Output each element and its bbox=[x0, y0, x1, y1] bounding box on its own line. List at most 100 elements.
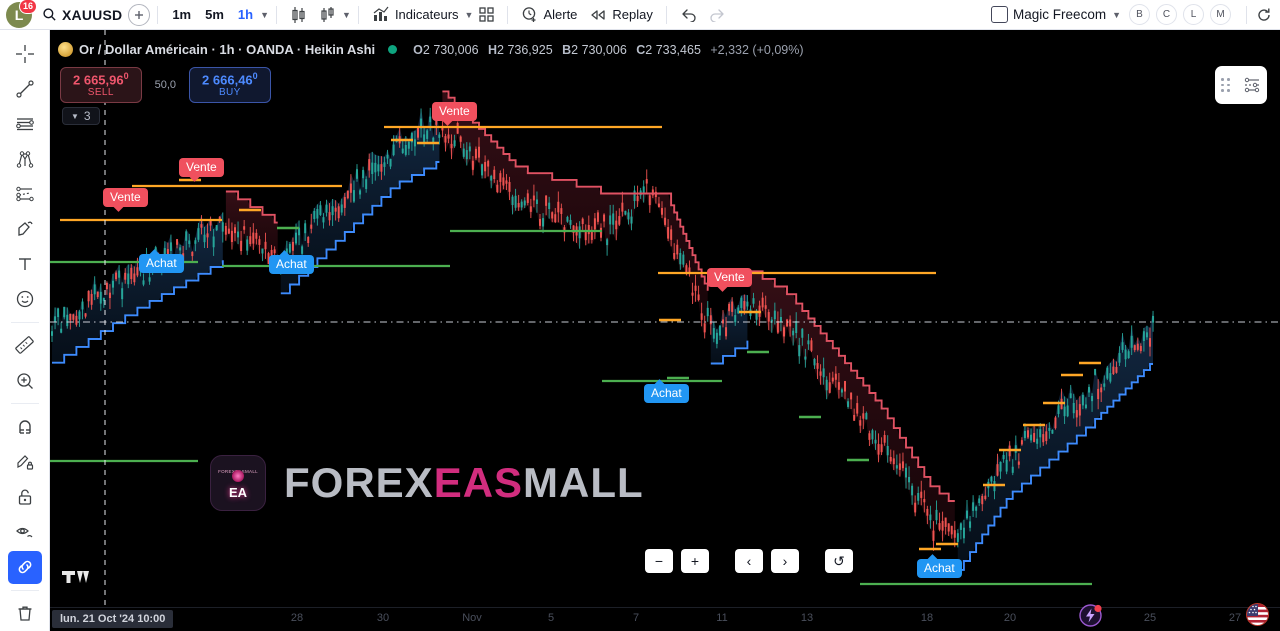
trend-line-icon[interactable] bbox=[8, 72, 42, 105]
chart-canvas[interactable]: Or / Dollar Américain · 1h · OANDA · Hei… bbox=[50, 30, 1280, 631]
signal-label-buy[interactable]: Achat bbox=[269, 255, 314, 274]
lock-icon[interactable] bbox=[8, 480, 42, 513]
scroll-right-button[interactable]: › bbox=[771, 549, 799, 573]
quantity-value: 3 bbox=[83, 109, 91, 123]
pattern-icon[interactable] bbox=[8, 178, 42, 211]
scroll-left-button[interactable]: ‹ bbox=[735, 549, 763, 573]
chevron-down-icon[interactable]: ▼ bbox=[1112, 10, 1121, 20]
zoom-in-button[interactable]: + bbox=[681, 549, 709, 573]
alert-label: Alerte bbox=[543, 7, 578, 22]
chart-title[interactable]: Or / Dollar Américain · 1h · OANDA · Hei… bbox=[79, 42, 375, 57]
watermark-part2: EAS bbox=[433, 459, 524, 506]
brush-icon[interactable] bbox=[8, 213, 42, 246]
replay-icon bbox=[591, 9, 606, 20]
emoji-icon[interactable] bbox=[8, 283, 42, 316]
timeframe-1h[interactable]: 1h bbox=[231, 7, 260, 22]
quick-letter-b[interactable]: B bbox=[1129, 4, 1150, 25]
signal-label-buy[interactable]: Achat bbox=[644, 384, 689, 403]
time-tick: 18 bbox=[920, 612, 934, 624]
spread-value: 50,0 bbox=[154, 79, 177, 92]
chevron-down-icon[interactable]: ▼ bbox=[260, 10, 269, 20]
zoom-in-icon[interactable] bbox=[8, 364, 42, 397]
signal-label-sell[interactable]: Vente bbox=[179, 158, 224, 177]
sell-label: SELL bbox=[87, 86, 114, 98]
time-tick: 25 bbox=[1143, 612, 1157, 624]
replay-label: Replay bbox=[612, 7, 653, 22]
redo-button[interactable] bbox=[703, 3, 732, 27]
quick-letter-c[interactable]: C bbox=[1156, 4, 1177, 25]
heikin-ashi-icon bbox=[321, 6, 334, 22]
watermark-tile-text: EA bbox=[228, 484, 248, 500]
tradingview-logo-icon[interactable] bbox=[62, 567, 92, 592]
fib-retracement-icon[interactable] bbox=[8, 107, 42, 140]
indicators-label: Indicateurs bbox=[394, 7, 459, 22]
user-avatar[interactable]: L 16 bbox=[6, 0, 37, 28]
chevron-down-icon[interactable]: ▼ bbox=[342, 10, 351, 20]
drawing-lock-icon[interactable] bbox=[8, 445, 42, 478]
buy-label: BUY bbox=[218, 86, 241, 98]
pitchfork-icon[interactable] bbox=[8, 142, 42, 175]
replay-button[interactable]: Replay bbox=[583, 3, 658, 27]
undo-icon bbox=[682, 9, 696, 22]
reset-chart-button[interactable]: ↺ bbox=[825, 549, 853, 573]
drag-handle-icon[interactable] bbox=[1221, 78, 1230, 92]
magnet-icon[interactable] bbox=[8, 410, 42, 443]
nav-gap bbox=[807, 549, 817, 573]
hide-drawings-icon[interactable] bbox=[8, 516, 42, 549]
symbol-search[interactable]: XAUUSD bbox=[36, 3, 128, 27]
quick-letter-l[interactable]: L bbox=[1183, 4, 1204, 25]
sync-drawings-icon[interactable] bbox=[7, 550, 42, 584]
sidebar-divider bbox=[10, 589, 39, 591]
signal-label-buy[interactable]: Achat bbox=[139, 254, 184, 273]
text-tool-icon[interactable] bbox=[8, 248, 42, 281]
signal-label-sell[interactable]: Vente bbox=[707, 268, 752, 287]
layout-button[interactable]: Magic Freecom bbox=[985, 3, 1112, 27]
toolbar-divider bbox=[507, 5, 509, 24]
alarm-clock-plus-icon bbox=[523, 7, 536, 22]
refresh-icon bbox=[1258, 8, 1270, 21]
timeframe-5m[interactable]: 5m bbox=[198, 7, 231, 22]
chart-nav-buttons: − + ‹ › ↺ bbox=[645, 549, 853, 573]
floating-settings-panel[interactable] bbox=[1215, 66, 1267, 104]
zoom-out-button[interactable]: − bbox=[645, 549, 673, 573]
symbol-label: XAUUSD bbox=[62, 6, 123, 23]
undo-button[interactable] bbox=[674, 3, 703, 27]
watermark-logo-tile: FOREXEASMALL EA bbox=[210, 455, 266, 511]
trash-icon[interactable] bbox=[8, 597, 42, 630]
signal-label-sell[interactable]: Vente bbox=[103, 188, 148, 207]
sell-button[interactable]: 2 665,960 SELL bbox=[60, 67, 142, 104]
sliders-icon[interactable] bbox=[1243, 77, 1261, 93]
alert-button[interactable]: Alerte bbox=[515, 3, 583, 27]
indicators-button[interactable]: Indicateurs bbox=[366, 3, 465, 27]
chart-type-button[interactable] bbox=[313, 3, 342, 27]
candle-style-button[interactable] bbox=[284, 3, 313, 27]
quick-letter-m[interactable]: M bbox=[1210, 4, 1231, 25]
add-symbol-button[interactable] bbox=[128, 3, 151, 26]
timeframe-1m[interactable]: 1m bbox=[165, 7, 198, 22]
measure-ruler-icon[interactable] bbox=[8, 329, 42, 362]
ohlc-values: O2 730,006 H2 736,925 B2 730,006 C2 733,… bbox=[407, 43, 803, 57]
toolbar-divider bbox=[276, 5, 278, 24]
chevron-down-icon[interactable]: ▼ bbox=[465, 10, 474, 20]
us-flag-icon[interactable] bbox=[1246, 603, 1269, 626]
close-value: 2 733,465 bbox=[645, 42, 701, 57]
time-tick: 5 bbox=[547, 612, 555, 624]
watermark-part1: FOREX bbox=[284, 459, 434, 506]
quantity-selector[interactable]: ▼ 3 bbox=[62, 107, 100, 125]
plus-circle-icon bbox=[135, 10, 144, 19]
cross-cursor-icon[interactable] bbox=[8, 37, 42, 70]
templates-button[interactable] bbox=[473, 3, 500, 27]
gold-symbol-icon bbox=[58, 42, 73, 57]
sell-price: 2 665,960 bbox=[73, 71, 129, 88]
chart-legend: Or / Dollar Américain · 1h · OANDA · Hei… bbox=[58, 42, 804, 57]
top-toolbar: L 16 XAUUSD 1m 5m 1h ▼ ▼ Indicateurs ▼ A… bbox=[0, 0, 1280, 30]
buy-button[interactable]: 2 666,460 BUY bbox=[189, 67, 271, 104]
signal-label-sell[interactable]: Vente bbox=[432, 102, 477, 121]
time-tick: 30 bbox=[376, 612, 390, 624]
open-label: O bbox=[413, 42, 423, 57]
signal-label-buy[interactable]: Achat bbox=[917, 559, 962, 578]
refresh-button[interactable] bbox=[1254, 3, 1274, 27]
notification-badge[interactable]: 16 bbox=[18, 0, 37, 14]
layout-label: Magic Freecom bbox=[1013, 7, 1107, 22]
lightning-bolt-icon[interactable] bbox=[1078, 603, 1103, 628]
